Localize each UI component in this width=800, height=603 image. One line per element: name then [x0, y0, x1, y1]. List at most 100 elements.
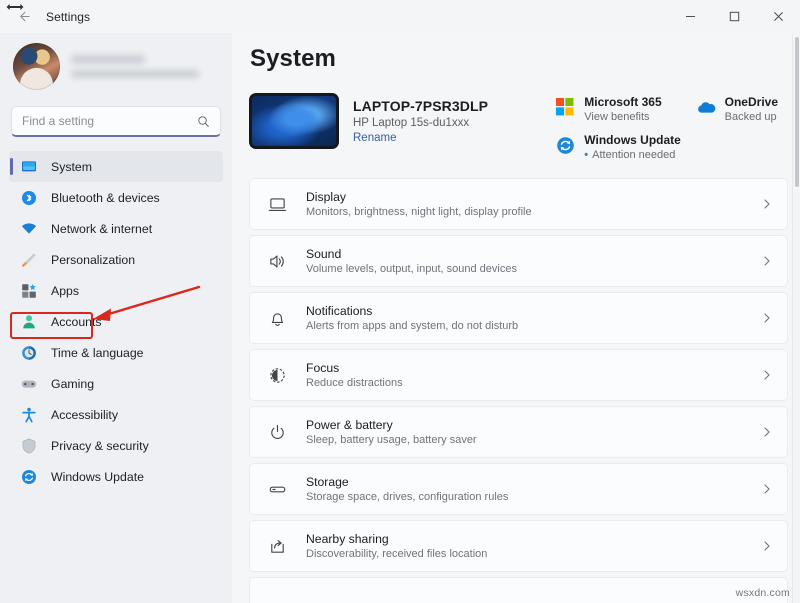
status-card-text: Windows Update Attention needed — [584, 133, 681, 161]
rename-link[interactable]: Rename — [353, 132, 488, 144]
status-cards-top-row: Microsoft 365 View benefits OneDrive Bac… — [555, 95, 778, 123]
bell-icon — [267, 308, 288, 329]
settings-row-title: Sound — [306, 247, 342, 261]
settings-row-title: Focus — [306, 361, 340, 375]
status-card-title: Microsoft 365 — [584, 95, 662, 109]
settings-row-title: Notifications — [306, 304, 373, 318]
update-icon — [20, 468, 37, 485]
clock-icon — [20, 344, 37, 361]
vertical-scrollbar[interactable] — [792, 33, 800, 603]
settings-row-title: Power & battery — [306, 418, 393, 432]
settings-list: Display Monitors, brightness, night ligh… — [249, 178, 788, 603]
device-name: LAPTOP-7PSR3DLP — [353, 98, 489, 114]
chevron-right-icon — [761, 426, 773, 438]
status-card-text: Microsoft 365 View benefits — [584, 95, 661, 123]
sidebar-item-network-internet[interactable]: Network & internet — [9, 213, 223, 244]
status-card-microsoft-365[interactable]: Microsoft 365 View benefits — [555, 95, 662, 123]
update-icon — [555, 135, 575, 155]
settings-row-power-battery[interactable]: Power & battery Sleep, battery usage, ba… — [249, 406, 788, 458]
sidebar-item-bluetooth-devices[interactable]: Bluetooth & devices — [9, 182, 223, 213]
power-icon — [267, 422, 288, 443]
profile-name-redacted — [71, 55, 145, 64]
device-identity: LAPTOP-7PSR3DLP HP Laptop 15s-du1xxx Ren… — [249, 93, 488, 149]
profile-email-redacted — [71, 70, 199, 78]
gamepad-icon — [20, 375, 37, 392]
status-cards: Microsoft 365 View benefits OneDrive Bac… — [555, 95, 788, 161]
device-text: LAPTOP-7PSR3DLP HP Laptop 15s-du1xxx Ren… — [353, 98, 488, 144]
user-profile[interactable] — [9, 37, 223, 100]
accessibility-icon — [20, 406, 37, 423]
wifi-icon — [20, 220, 37, 237]
page-title: System — [250, 45, 336, 72]
sidebar-item-privacy-security[interactable]: Privacy & security — [9, 430, 223, 461]
maximize-icon — [729, 11, 739, 22]
status-card-onedrive[interactable]: OneDrive Backed up — [696, 95, 778, 123]
sidebar-item-apps[interactable]: Apps — [9, 275, 223, 306]
settings-row-display[interactable]: Display Monitors, brightness, night ligh… — [249, 178, 788, 230]
title-bar: Settings — [0, 0, 800, 33]
device-model: HP Laptop 15s-du1xxx — [353, 117, 470, 129]
settings-row-text: Power & battery Sleep, battery usage, ba… — [306, 418, 477, 446]
settings-row-notifications[interactable]: Notifications Alerts from apps and syste… — [249, 292, 788, 344]
sidebar-item-label: Windows Update — [51, 469, 144, 484]
maximize-button[interactable] — [712, 0, 756, 33]
sidebar-item-accessibility[interactable]: Accessibility — [9, 399, 223, 430]
chevron-right-icon — [761, 369, 773, 381]
settings-row-partial-next[interactable] — [249, 577, 788, 603]
sidebar-item-windows-update[interactable]: Windows Update — [9, 461, 223, 492]
device-wallpaper-thumbnail — [249, 93, 339, 149]
status-card-windows-update[interactable]: Windows Update Attention needed — [555, 133, 778, 161]
settings-row-storage[interactable]: Storage Storage space, drives, configura… — [249, 463, 788, 515]
sidebar-item-time-language[interactable]: Time & language — [9, 337, 223, 368]
sidebar-nav: System Bluetooth & devices Network & int… — [9, 151, 223, 492]
status-card-subtitle: View benefits — [584, 111, 650, 123]
settings-row-subtitle: Volume levels, output, input, sound devi… — [306, 263, 517, 275]
share-icon — [267, 536, 288, 557]
sidebar: System Bluetooth & devices — [0, 33, 232, 603]
sidebar-item-personalization[interactable]: Personalization — [9, 244, 223, 275]
chevron-right-icon — [761, 312, 773, 324]
bluetooth-icon — [20, 189, 37, 206]
search-input[interactable] — [22, 114, 191, 128]
display-icon — [267, 194, 288, 215]
chevron-right-icon — [761, 540, 773, 552]
storage-icon — [267, 479, 288, 500]
status-card-text: OneDrive Backed up — [725, 95, 778, 123]
sidebar-item-system[interactable]: System — [9, 151, 223, 182]
status-card-subtitle: Attention needed — [584, 149, 681, 161]
settings-row-text: Nearby sharing Discoverability, received… — [306, 532, 487, 560]
chevron-right-icon — [761, 483, 773, 495]
settings-row-subtitle: Reduce distractions — [306, 377, 403, 389]
paintbrush-icon — [20, 251, 37, 268]
settings-row-nearby-sharing[interactable]: Nearby sharing Discoverability, received… — [249, 520, 788, 572]
sidebar-item-label: System — [51, 159, 92, 174]
status-card-title: OneDrive — [724, 95, 778, 109]
scrollbar-thumb[interactable] — [795, 37, 799, 187]
sidebar-item-label: Apps — [51, 283, 80, 298]
chevron-right-icon — [761, 198, 773, 210]
settings-row-subtitle: Sleep, battery usage, battery saver — [306, 434, 477, 446]
minimize-button[interactable] — [668, 0, 712, 33]
sidebar-item-label: Accounts — [51, 314, 102, 329]
status-card-subtitle: Backed up — [724, 111, 777, 123]
resize-cursor-icon — [5, 2, 25, 12]
settings-row-subtitle: Discoverability, received files location — [306, 548, 488, 560]
settings-row-focus[interactable]: Focus Reduce distractions — [249, 349, 788, 401]
sidebar-item-gaming[interactable]: Gaming — [9, 368, 223, 399]
device-summary: LAPTOP-7PSR3DLP HP Laptop 15s-du1xxx Ren… — [249, 93, 788, 161]
sidebar-item-label: Personalization — [51, 252, 136, 267]
settings-row-text: Display Monitors, brightness, night ligh… — [306, 190, 532, 218]
search-box[interactable] — [11, 106, 221, 137]
settings-row-sound[interactable]: Sound Volume levels, output, input, soun… — [249, 235, 788, 287]
watermark: wsxdn.com — [735, 587, 790, 599]
sidebar-item-label: Gaming — [51, 376, 95, 391]
monitor-icon — [20, 158, 37, 175]
close-button[interactable] — [756, 0, 800, 33]
settings-row-title: Display — [306, 190, 346, 204]
sidebar-item-accounts[interactable]: Accounts — [9, 306, 223, 337]
settings-row-title: Storage — [306, 475, 349, 489]
person-icon — [20, 313, 37, 330]
settings-window: Settings Find a setting System Bluetooth… — [0, 0, 800, 603]
sidebar-item-label: Privacy & security — [51, 438, 149, 453]
settings-row-subtitle: Storage space, drives, configuration rul… — [306, 491, 509, 503]
